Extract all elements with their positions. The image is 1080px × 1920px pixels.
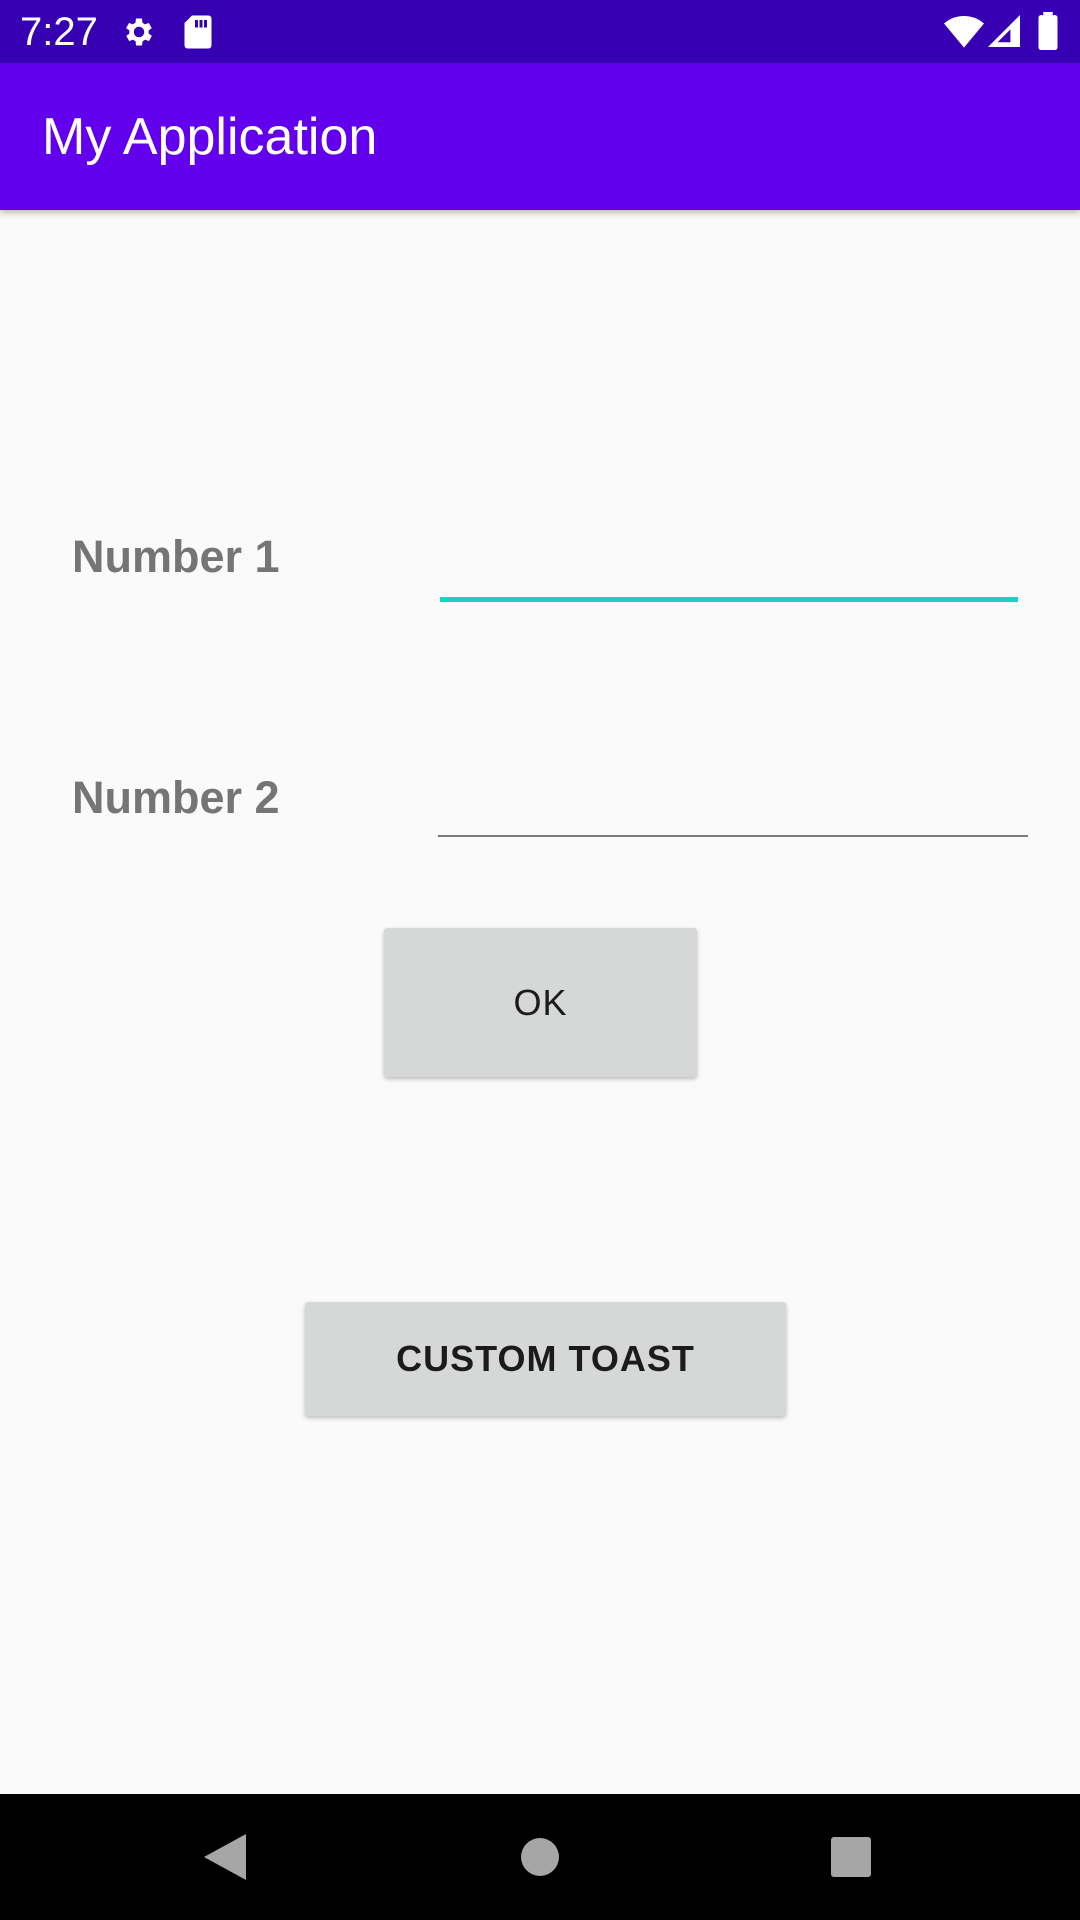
wifi-icon — [944, 14, 984, 53]
ok-button[interactable]: OK — [384, 928, 697, 1077]
home-icon[interactable] — [520, 1837, 560, 1882]
number2-input[interactable] — [438, 760, 1028, 837]
custom-toast-button[interactable]: CUSTOM TOAST — [305, 1302, 786, 1416]
custom-toast-button-label: CUSTOM TOAST — [396, 1338, 695, 1379]
recents-icon[interactable] — [831, 1837, 871, 1882]
ok-button-label: OK — [513, 981, 568, 1023]
number1-underline — [440, 597, 1018, 602]
app-bar: My Application — [0, 63, 1080, 210]
app-title: My Application — [42, 108, 378, 166]
gear-icon — [121, 14, 157, 55]
back-icon[interactable] — [204, 1834, 246, 1885]
number1-label: Number 1 — [72, 531, 280, 582]
battery-icon — [1038, 12, 1058, 55]
status-time: 7:27 — [20, 10, 98, 54]
signal-icon — [988, 14, 1020, 53]
number1-input[interactable] — [440, 520, 1018, 602]
navigation-bar — [0, 1794, 1080, 1920]
number2-underline — [438, 835, 1028, 837]
sd-card-icon — [182, 14, 214, 55]
number2-label: Number 2 — [72, 772, 280, 823]
status-bar: 7:27 — [0, 0, 1080, 63]
